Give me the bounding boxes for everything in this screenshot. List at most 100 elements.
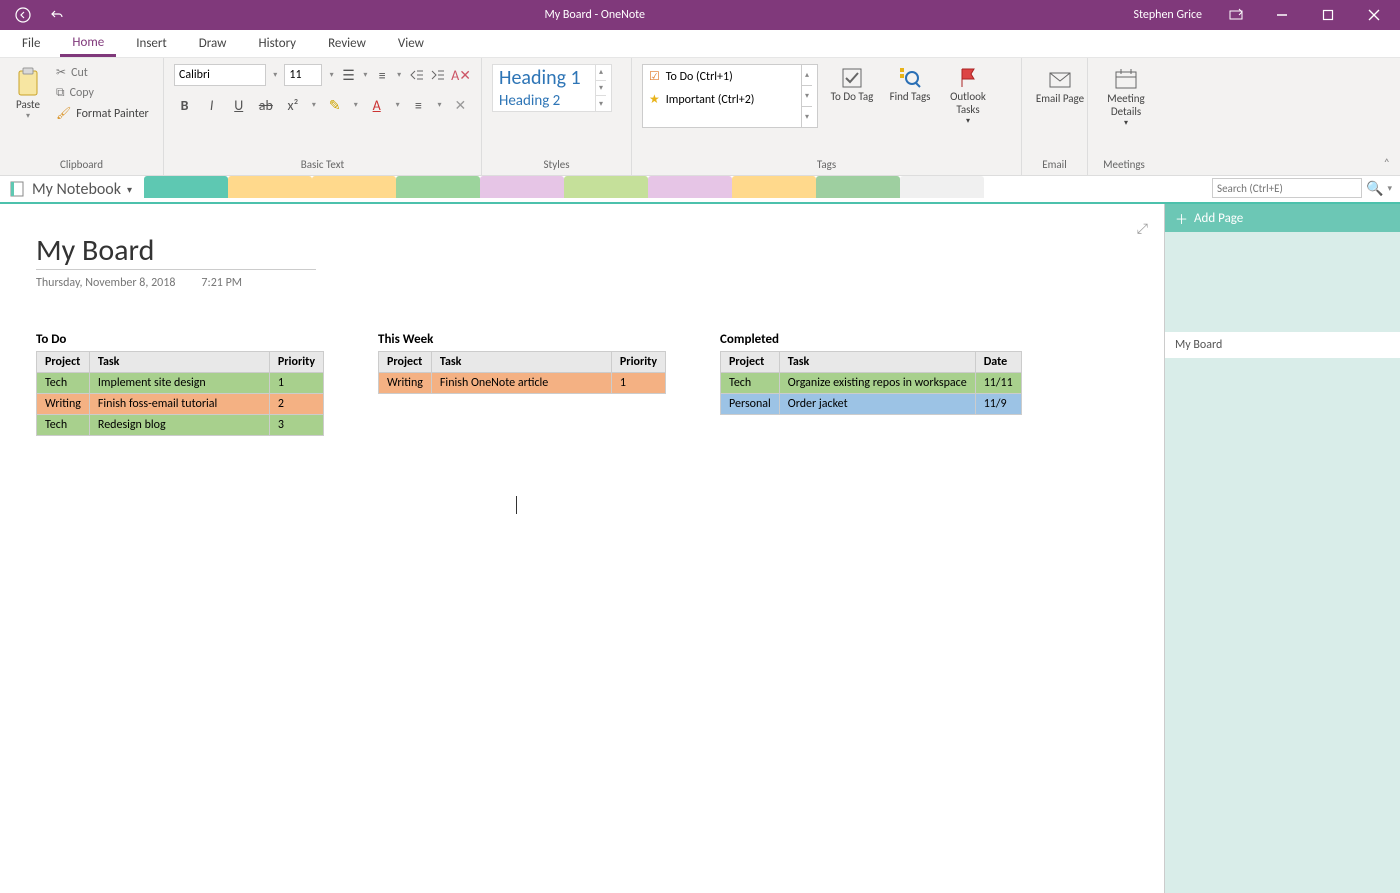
- menu-insert[interactable]: Insert: [124, 32, 179, 55]
- table-row[interactable]: PersonalOrder jacket11/9: [721, 394, 1022, 415]
- format-painter-button[interactable]: 🖌Format Painter: [54, 105, 151, 122]
- table-cell[interactable]: Tech: [37, 415, 90, 436]
- menu-history[interactable]: History: [246, 32, 308, 55]
- section-tab[interactable]: [144, 176, 228, 198]
- table-cell[interactable]: Finish OneNote article: [431, 373, 611, 394]
- collapse-ribbon-icon[interactable]: ˄: [1384, 157, 1390, 171]
- table-cell[interactable]: Tech: [37, 373, 90, 394]
- search-icon[interactable]: 🔍: [1366, 180, 1383, 197]
- chevron-down-icon[interactable]: ▾: [272, 64, 278, 86]
- bold-button[interactable]: B: [174, 94, 195, 116]
- table-cell[interactable]: 1: [611, 373, 665, 394]
- cut-button[interactable]: ✂Cut: [54, 64, 151, 81]
- chevron-down-icon[interactable]: ▾: [328, 64, 334, 86]
- section-tab[interactable]: [732, 176, 816, 198]
- menu-home[interactable]: Home: [60, 31, 116, 57]
- paste-button[interactable]: Paste ▾: [10, 64, 46, 123]
- maximize-icon[interactable]: [1306, 0, 1350, 30]
- back-icon[interactable]: [14, 6, 32, 24]
- style-heading-1[interactable]: Heading 1: [493, 65, 595, 91]
- section-tab[interactable]: [228, 176, 312, 198]
- table-row[interactable]: WritingFinish OneNote article1: [379, 373, 666, 394]
- indent-icon[interactable]: [430, 64, 445, 86]
- table-cell[interactable]: Order jacket: [779, 394, 975, 415]
- table-cell[interactable]: 11/11: [975, 373, 1021, 394]
- menu-view[interactable]: View: [386, 32, 436, 55]
- minimize-icon[interactable]: [1260, 0, 1304, 30]
- tag-up-icon[interactable]: ▴: [802, 65, 812, 85]
- menu-review[interactable]: Review: [316, 32, 378, 55]
- tag-todo-item[interactable]: ☑To Do (Ctrl+1): [643, 65, 801, 88]
- find-tags-button[interactable]: Find Tags: [882, 64, 938, 128]
- todo-tag-button[interactable]: To Do Tag: [824, 64, 880, 128]
- board-table[interactable]: ProjectTaskPriorityWritingFinish OneNote…: [378, 351, 666, 394]
- align-button[interactable]: ≡: [408, 94, 429, 116]
- table-cell[interactable]: Writing: [379, 373, 432, 394]
- search-input[interactable]: [1212, 178, 1362, 198]
- tag-more-icon[interactable]: ▾: [802, 106, 812, 127]
- section-tab[interactable]: [396, 176, 480, 198]
- table-cell[interactable]: 2: [269, 394, 323, 415]
- copy-button[interactable]: ⧉Copy: [54, 85, 151, 101]
- email-page-button[interactable]: Email Page: [1032, 64, 1088, 107]
- page-title[interactable]: My Board: [36, 232, 316, 270]
- table-cell[interactable]: Writing: [37, 394, 90, 415]
- page-list-item[interactable]: My Board: [1165, 332, 1400, 358]
- section-tab[interactable]: [648, 176, 732, 198]
- table-row[interactable]: WritingFinish foss-email tutorial2: [37, 394, 324, 415]
- chevron-down-icon[interactable]: ▾: [1387, 183, 1392, 194]
- tag-important-item[interactable]: ★Important (Ctrl+2): [643, 88, 801, 111]
- numbering-icon[interactable]: ≡: [375, 64, 390, 86]
- style-heading-2[interactable]: Heading 2: [493, 91, 595, 111]
- user-name[interactable]: Stephen Grice: [1123, 0, 1212, 30]
- delete-icon[interactable]: ✕: [450, 94, 471, 116]
- table-cell[interactable]: 11/9: [975, 394, 1021, 415]
- ribbon-options-icon[interactable]: [1214, 0, 1258, 30]
- superscript-button[interactable]: x²: [282, 94, 303, 116]
- table-row[interactable]: TechOrganize existing repos in workspace…: [721, 373, 1022, 394]
- menu-file[interactable]: File: [10, 32, 52, 55]
- font-select[interactable]: [174, 64, 266, 86]
- tag-list: ☑To Do (Ctrl+1) ★Important (Ctrl+2): [642, 64, 802, 128]
- table-cell[interactable]: Tech: [721, 373, 780, 394]
- section-tab[interactable]: [900, 176, 984, 198]
- table-cell[interactable]: 1: [269, 373, 323, 394]
- table-cell[interactable]: Finish foss-email tutorial: [89, 394, 269, 415]
- underline-button[interactable]: U: [228, 94, 249, 116]
- table-cell[interactable]: Implement site design: [89, 373, 269, 394]
- outlook-tasks-button[interactable]: Outlook Tasks▾: [940, 64, 996, 128]
- undo-icon[interactable]: [48, 6, 66, 24]
- table-cell[interactable]: Organize existing repos in workspace: [779, 373, 975, 394]
- close-icon[interactable]: [1352, 0, 1396, 30]
- strikethrough-button[interactable]: ab: [255, 94, 276, 116]
- board-table[interactable]: ProjectTaskPriorityTechImplement site de…: [36, 351, 324, 436]
- menu-draw[interactable]: Draw: [187, 32, 239, 55]
- font-color-button[interactable]: A: [366, 94, 387, 116]
- clear-format-icon[interactable]: A✕: [451, 64, 471, 86]
- section-tab[interactable]: [480, 176, 564, 198]
- italic-button[interactable]: I: [201, 94, 222, 116]
- page-canvas[interactable]: ⤢ My Board Thursday, November 8, 2018 7:…: [0, 204, 1164, 893]
- table-row[interactable]: TechRedesign blog3: [37, 415, 324, 436]
- table-cell[interactable]: Personal: [721, 394, 780, 415]
- add-page-button[interactable]: ＋ Add Page: [1165, 204, 1400, 232]
- table-cell[interactable]: 3: [269, 415, 323, 436]
- bullets-icon[interactable]: ☰: [341, 64, 356, 86]
- style-up-icon[interactable]: ▴: [596, 65, 606, 80]
- section-tab[interactable]: [312, 176, 396, 198]
- table-row[interactable]: TechImplement site design1: [37, 373, 324, 394]
- section-tabs[interactable]: [144, 176, 984, 202]
- table-cell[interactable]: Redesign blog: [89, 415, 269, 436]
- tag-down-icon[interactable]: ▾: [802, 85, 812, 106]
- section-tab[interactable]: [816, 176, 900, 198]
- style-down-icon[interactable]: ▾: [596, 80, 606, 96]
- meeting-details-button[interactable]: Meeting Details▾: [1098, 64, 1154, 130]
- style-more-icon[interactable]: ▾: [596, 95, 606, 111]
- section-tab[interactable]: [564, 176, 648, 198]
- outdent-icon[interactable]: [408, 64, 423, 86]
- expand-icon[interactable]: ⤢: [1137, 220, 1148, 237]
- board-table[interactable]: ProjectTaskDateTechOrganize existing rep…: [720, 351, 1022, 415]
- highlight-button[interactable]: ✎: [324, 94, 345, 116]
- notebook-selector[interactable]: My Notebook ▾: [8, 180, 132, 199]
- font-size-select[interactable]: [284, 64, 322, 86]
